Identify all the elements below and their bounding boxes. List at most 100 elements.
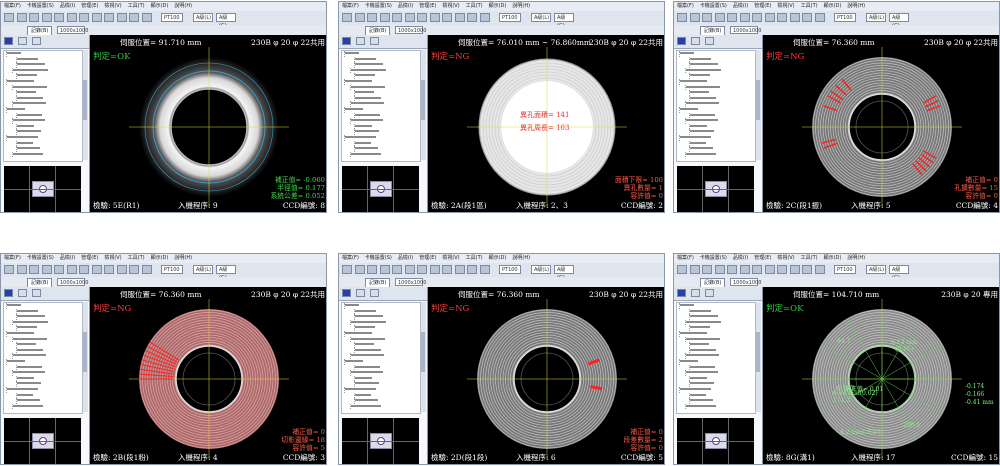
resolution-field[interactable]: 1000x1000	[730, 26, 761, 34]
toolbar-button[interactable]	[4, 13, 14, 22]
toolbar-grade-field-2[interactable]: A級(G)	[889, 265, 909, 281]
toolbar-button[interactable]	[354, 265, 365, 274]
menu-item[interactable]: 卡機設置(S)	[365, 255, 392, 261]
toolbar-button[interactable]	[116, 265, 127, 274]
menu-item[interactable]: 檢視(V)	[777, 3, 794, 9]
menu-item[interactable]: 品檢(I)	[60, 3, 75, 9]
toolbar-button[interactable]	[479, 265, 490, 274]
menu-item[interactable]: 檔案(F)	[342, 3, 359, 9]
toolbar-button[interactable]	[739, 265, 750, 274]
toolbar-grade-field-2[interactable]: A級(G)	[216, 265, 236, 281]
folder-icon[interactable]	[32, 37, 41, 45]
toolbar-button[interactable]	[16, 13, 27, 22]
menu-item[interactable]: 檢視(V)	[777, 255, 794, 261]
toolbar-button[interactable]	[727, 13, 737, 22]
toolbar-grade-field-2[interactable]: A級(G)	[554, 265, 574, 281]
menu-item[interactable]: 品檢(I)	[733, 255, 748, 261]
menu-item[interactable]: 卡機設置(S)	[365, 3, 392, 9]
menu-item[interactable]: 卡機設置(S)	[27, 3, 54, 9]
toolbar-mode-field[interactable]: PT100	[499, 13, 521, 22]
toolbar-button[interactable]	[777, 13, 787, 22]
menu-item[interactable]: 顯示(D)	[489, 255, 507, 261]
menu-item[interactable]: 品檢(I)	[733, 3, 748, 9]
menu-item[interactable]: 工具(T)	[466, 255, 483, 261]
resolution-field[interactable]: 1000x1000	[57, 278, 88, 286]
folder-icon[interactable]	[32, 289, 41, 297]
inspection-tree[interactable]	[341, 302, 421, 414]
toolbar-button[interactable]	[689, 13, 700, 22]
toolbar-button[interactable]	[79, 265, 89, 274]
toolbar-button[interactable]	[429, 265, 440, 274]
toolbar-button[interactable]	[379, 13, 390, 22]
menu-item[interactable]: 管理(E)	[81, 3, 98, 9]
tree-scrollbar[interactable]	[420, 50, 426, 160]
toolbar-button[interactable]	[66, 265, 77, 274]
menu-item[interactable]: 卡機設置(S)	[700, 255, 727, 261]
monitor-icon[interactable]	[691, 289, 700, 297]
toolbar-button[interactable]	[802, 13, 812, 22]
menu-item[interactable]: 品檢(I)	[398, 3, 413, 9]
inspection-tree[interactable]	[3, 302, 83, 414]
menu-item[interactable]: 管理(E)	[81, 255, 98, 261]
toolbar-button[interactable]	[354, 13, 365, 22]
toolbar-button[interactable]	[41, 13, 52, 22]
monitor-icon[interactable]	[356, 289, 365, 297]
inspection-tree[interactable]	[341, 50, 421, 162]
toolbar-button[interactable]	[104, 265, 114, 274]
toolbar-mode-field[interactable]: PT100	[161, 265, 183, 274]
toolbar-button[interactable]	[342, 265, 352, 274]
toolbar-mode-field[interactable]: PT100	[834, 13, 856, 22]
monitor-icon[interactable]	[18, 289, 27, 297]
tab-record[interactable]: 記錄(B)	[700, 26, 726, 35]
toolbar-grade-field[interactable]: A級(L)	[193, 13, 213, 22]
menu-item[interactable]: 工具(T)	[128, 255, 145, 261]
toolbar-button[interactable]	[752, 13, 762, 22]
toolbar-button[interactable]	[442, 13, 452, 22]
toolbar-button[interactable]	[404, 13, 415, 22]
menu-item[interactable]: 管理(E)	[754, 255, 771, 261]
tree-node[interactable]	[12, 151, 82, 158]
tree-node[interactable]	[12, 403, 82, 410]
play-icon[interactable]	[342, 289, 351, 297]
menu-item[interactable]: 顯示(D)	[151, 3, 169, 9]
play-icon[interactable]	[342, 37, 351, 45]
toolbar-button[interactable]	[442, 265, 452, 274]
toolbar-button[interactable]	[392, 13, 402, 22]
tree-node[interactable]	[685, 403, 755, 410]
toolbar-button[interactable]	[454, 13, 465, 22]
toolbar-button[interactable]	[66, 13, 77, 22]
toolbar-button[interactable]	[467, 13, 477, 22]
toolbar-button[interactable]	[367, 265, 377, 274]
tab-record[interactable]: 記錄(B)	[27, 26, 53, 35]
menu-item[interactable]: 說明(H)	[847, 255, 865, 261]
toolbar-button[interactable]	[116, 13, 127, 22]
toolbar-grade-field[interactable]: A級(L)	[193, 265, 213, 274]
menu-item[interactable]: 管理(E)	[419, 255, 436, 261]
menu-item[interactable]: 品檢(I)	[398, 255, 413, 261]
resolution-field[interactable]: 1000x1000	[57, 26, 88, 34]
menu-item[interactable]: 說明(H)	[174, 3, 192, 9]
menu-item[interactable]: 檔案(F)	[4, 255, 21, 261]
play-icon[interactable]	[677, 289, 686, 297]
menu-item[interactable]: 說明(H)	[512, 255, 530, 261]
tab-record[interactable]: 記錄(B)	[700, 278, 726, 287]
toolbar-button[interactable]	[129, 13, 139, 22]
toolbar-button[interactable]	[777, 265, 787, 274]
toolbar-mode-field[interactable]: PT100	[499, 265, 521, 274]
menu-item[interactable]: 檢視(V)	[104, 255, 121, 261]
play-icon[interactable]	[4, 289, 13, 297]
toolbar-button[interactable]	[379, 265, 390, 274]
toolbar-button[interactable]	[417, 265, 427, 274]
toolbar-button[interactable]	[342, 13, 352, 22]
toolbar-button[interactable]	[702, 265, 712, 274]
toolbar-button[interactable]	[129, 265, 139, 274]
toolbar-button[interactable]	[429, 13, 440, 22]
resolution-field[interactable]: 1000x1000	[395, 278, 426, 286]
menu-item[interactable]: 檢視(V)	[442, 255, 459, 261]
toolbar-button[interactable]	[677, 13, 687, 22]
toolbar-button[interactable]	[727, 265, 737, 274]
toolbar-button[interactable]	[16, 265, 27, 274]
part-thumbnail[interactable]	[705, 181, 727, 197]
toolbar-button[interactable]	[141, 265, 152, 274]
folder-icon[interactable]	[705, 289, 714, 297]
